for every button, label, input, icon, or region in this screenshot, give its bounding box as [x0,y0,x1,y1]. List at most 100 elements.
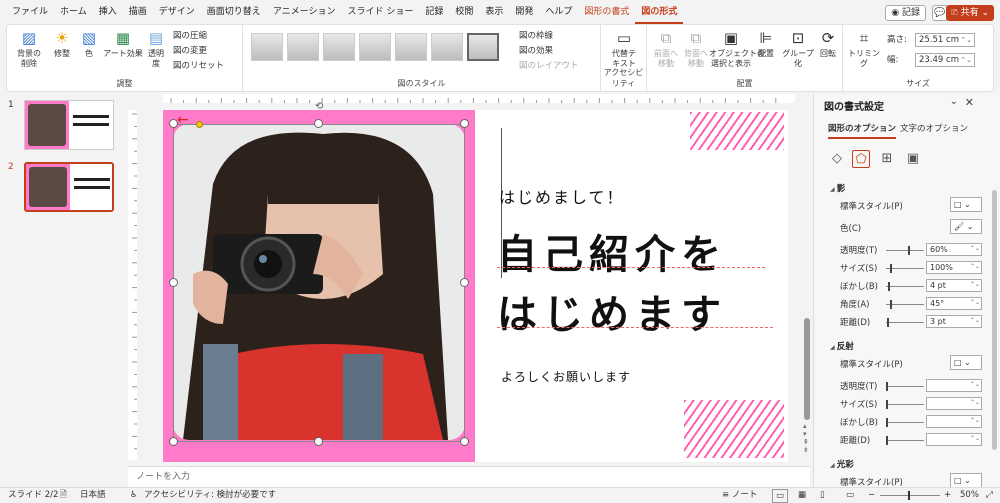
fill-line-icon[interactable]: ◇ [828,150,846,168]
shadow_rows-slider-4[interactable] [886,282,924,291]
slide-scrollbar-thumb[interactable] [804,318,810,420]
compress-button[interactable]: 図の圧縮 [173,29,207,43]
adjust-handle[interactable] [196,121,203,128]
reflection_rows-slider-3[interactable] [886,418,924,427]
alt-text-button[interactable]: ▭ 代替テ キスト [607,27,641,69]
reflection_rows-dropdown-0[interactable]: □ ⌄ [950,355,982,370]
menu-item-9[interactable]: 校閲 [449,0,479,24]
group-button[interactable]: ⊡ グループ化 [781,27,815,69]
selection-pane-button[interactable]: ▣ オブジェクトの 選択と表示 [709,27,765,69]
shadow_rows-value-4[interactable]: 4 pt [926,279,982,292]
normal-view-icon[interactable]: ▭ [772,489,789,503]
slide-thumbnail-2[interactable] [24,162,114,212]
style-thumb-1[interactable] [251,33,283,61]
title-line-2[interactable]: はじめます [497,282,727,340]
zoom-in-icon[interactable]: + [944,488,951,503]
reflection_rows-slider-2[interactable] [886,400,924,409]
menu-item-4[interactable]: デザイン [153,0,201,24]
menu-item-2[interactable]: 挿入 [93,0,123,24]
resize-handle-t[interactable] [314,119,323,128]
share-button[interactable]: 🗈 共有 ⌄ [946,5,994,21]
send-backward-button[interactable]: ⧉ 背面へ 移動 [681,27,711,69]
section-glow[interactable]: 光彩 [830,458,854,470]
tab-shape-options[interactable]: 図形のオプション [828,122,897,139]
resize-handle-b[interactable] [314,437,323,446]
menu-item-11[interactable]: 開発 [509,0,539,24]
reading-view-icon[interactable]: ▯ [820,488,825,503]
shadow_rows-slider-3[interactable] [886,264,924,273]
menu-item-12[interactable]: ヘルプ [539,0,578,24]
picture-border-button[interactable]: 図の枠線 [519,29,553,43]
corrections-button[interactable]: ☀ 修整 [49,27,75,59]
menu-item-0[interactable]: ファイル [6,0,54,24]
shadow_rows-value-5[interactable]: 45° [926,297,982,310]
effects-icon[interactable]: ⬠ [852,150,870,168]
photo-frame[interactable]: ⟲ ← [163,101,475,462]
shadow_rows-dropdown-0[interactable]: □ ⌄ [950,197,982,212]
notes-toggle[interactable]: ≡ ノート [722,488,757,503]
reflection_rows-value-1[interactable] [926,379,982,392]
notes-input[interactable]: ノートを入力 [128,466,810,487]
menu-item-5[interactable]: 画面切り替え [201,0,267,24]
shadow_rows-dropdown-1[interactable]: 🖌 ⌄ [950,219,982,234]
shadow_rows-slider-knob-4[interactable] [888,282,890,291]
section-shadow[interactable]: 影 [830,182,846,194]
shadow_rows-slider-knob-5[interactable] [890,300,892,309]
spellcheck-icon[interactable]: 🗎 [60,488,67,503]
menu-item-10[interactable]: 表示 [479,0,509,24]
resize-handle-br[interactable] [460,437,469,446]
shadow_rows-slider-knob-3[interactable] [890,264,892,273]
closing-text[interactable]: よろしくお願いします [501,368,631,385]
size-properties-icon[interactable]: ⊞ [878,150,896,168]
zoom-level[interactable]: 50% [960,488,979,503]
crop-button[interactable]: ⌗ トリミング [847,27,881,69]
shadow_rows-value-6[interactable]: 3 pt [926,315,982,328]
shadow_rows-slider-knob-6[interactable] [887,318,889,327]
resize-handle-bl[interactable] [169,437,178,446]
reflection_rows-slider-knob-1[interactable] [886,382,888,391]
chevron-down-icon[interactable]: ⌄ [950,96,958,107]
shadow_rows-slider-6[interactable] [886,318,924,327]
section-reflection[interactable]: 反射 [830,340,854,352]
shadow_rows-slider-knob-2[interactable] [908,246,910,255]
greeting-text[interactable]: はじめまして！ [499,184,625,208]
resize-handle-l[interactable] [169,278,178,287]
accessibility-status[interactable]: アクセシビリティ: 検討が必要です [144,488,276,503]
slide-thumbnail-1[interactable] [24,100,114,150]
art-effects-button[interactable]: ▦ アート効果 [103,27,143,59]
menu-item-1[interactable]: ホーム [54,0,93,24]
menu-item-6[interactable]: アニメーション [267,0,342,24]
style-thumb-7[interactable] [467,33,499,61]
resize-handle-r[interactable] [460,278,469,287]
style-thumb-6[interactable] [431,33,463,61]
menu-item-7[interactable]: スライド ショー [341,0,419,24]
reflection_rows-slider-knob-4[interactable] [886,436,888,445]
height-input[interactable]: 25.51 cm [915,33,975,47]
reflection_rows-value-4[interactable] [926,433,982,446]
shadow_rows-value-2[interactable]: 60% [926,243,982,256]
shadow_rows-slider-2[interactable] [886,246,924,255]
close-icon[interactable]: ✕ [965,96,974,109]
sorter-view-icon[interactable]: ▦ [798,488,806,503]
glow_rows-dropdown-0[interactable]: □ ⌄ [950,473,982,488]
reflection_rows-slider-1[interactable] [886,382,924,391]
reflection_rows-value-2[interactable] [926,397,982,410]
reflection_rows-value-3[interactable] [926,415,982,428]
slideshow-view-icon[interactable]: ▭ [846,488,854,503]
fit-slide-icon[interactable]: ⤢ [986,488,993,503]
title-line-1[interactable]: 自己紹介を [497,222,727,280]
slide-canvas[interactable]: ⟲ ← はじめまして！ 自己紹介を はじめます よろしくお願いします [163,101,788,462]
style-thumb-5[interactable] [395,33,427,61]
rotate-handle-icon[interactable]: ⟲ [315,101,323,112]
pane-scrollbar-thumb[interactable] [992,190,997,450]
scroll-nav-icons[interactable]: ▴ ▾ ⇞ ⇟ [803,422,809,454]
transparency-button[interactable]: ▤ 透明 度 [143,27,169,69]
slide-scrollbar[interactable]: ▴ ▾ ⇞ ⇟ [803,100,811,462]
resize-handle-tr[interactable] [460,119,469,128]
pane-scrollbar[interactable] [991,188,998,468]
tab-text-options[interactable]: 文字のオプション [900,122,968,134]
picture-icon[interactable]: ▣ [904,150,922,168]
record-button[interactable]: ◉ 記録 [885,5,926,21]
style-thumb-4[interactable] [359,33,391,61]
zoom-slider[interactable] [880,495,940,496]
